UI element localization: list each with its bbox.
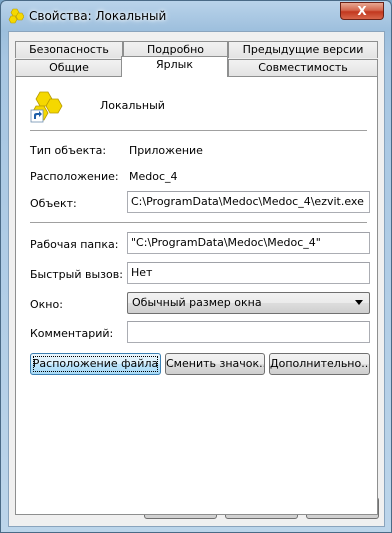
close-button[interactable]: X xyxy=(340,2,384,20)
comment-label: Комментарий: xyxy=(30,327,114,340)
target-type-label: Тип объекта: xyxy=(30,144,107,157)
location-label: Расположение: xyxy=(30,170,119,183)
tab-shortcut[interactable]: Ярлык xyxy=(121,56,228,77)
honeycomb-icon xyxy=(8,8,24,24)
chevron-down-icon[interactable] xyxy=(355,300,363,305)
comment-input[interactable] xyxy=(127,321,370,343)
target-input[interactable]: C:\ProgramData\Medoc\Medoc_4\ezvit.exe xyxy=(127,191,370,213)
location-value: Medoc_4 xyxy=(129,170,178,183)
dialog-client-area: Безопасность Подробно Предыдущие версии … xyxy=(8,31,385,527)
shortcut-tab-panel: Локальный Тип объекта: Приложение Распол… xyxy=(15,76,378,515)
focus-rectangle xyxy=(33,356,158,372)
divider xyxy=(30,130,367,131)
hotkey-input[interactable]: Нет xyxy=(127,262,370,284)
target-label: Объект: xyxy=(30,197,77,210)
divider xyxy=(30,222,367,223)
shortcut-app-icon xyxy=(30,91,63,123)
tab-compatibility[interactable]: Совместимость xyxy=(228,59,378,76)
start-in-input[interactable]: "C:\ProgramData\Medoc\Medoc_4" xyxy=(127,232,370,254)
run-select-value: Обычный размер окна xyxy=(132,296,262,309)
shortcut-name: Локальный xyxy=(100,99,165,112)
run-label: Окно: xyxy=(30,298,63,311)
target-type-value: Приложение xyxy=(129,144,203,157)
open-file-location-button[interactable]: Расположение файла xyxy=(30,353,161,375)
tab-security[interactable]: Безопасность xyxy=(15,41,123,58)
properties-window: Свойства: Локальный X Безопасность Подро… xyxy=(0,0,392,533)
tab-general[interactable]: Общие xyxy=(15,59,123,76)
run-select[interactable]: Обычный размер окна xyxy=(127,292,370,314)
advanced-button[interactable]: Дополнительно... xyxy=(269,353,370,375)
window-title: Свойства: Локальный xyxy=(29,9,167,23)
start-in-label: Рабочая папка: xyxy=(30,238,119,251)
title-bar[interactable]: Свойства: Локальный X xyxy=(1,1,391,31)
tab-previous-versions[interactable]: Предыдущие версии xyxy=(228,41,378,58)
hotkey-label: Быстрый вызов: xyxy=(30,268,123,281)
change-icon-button[interactable]: Сменить значок... xyxy=(165,353,265,375)
